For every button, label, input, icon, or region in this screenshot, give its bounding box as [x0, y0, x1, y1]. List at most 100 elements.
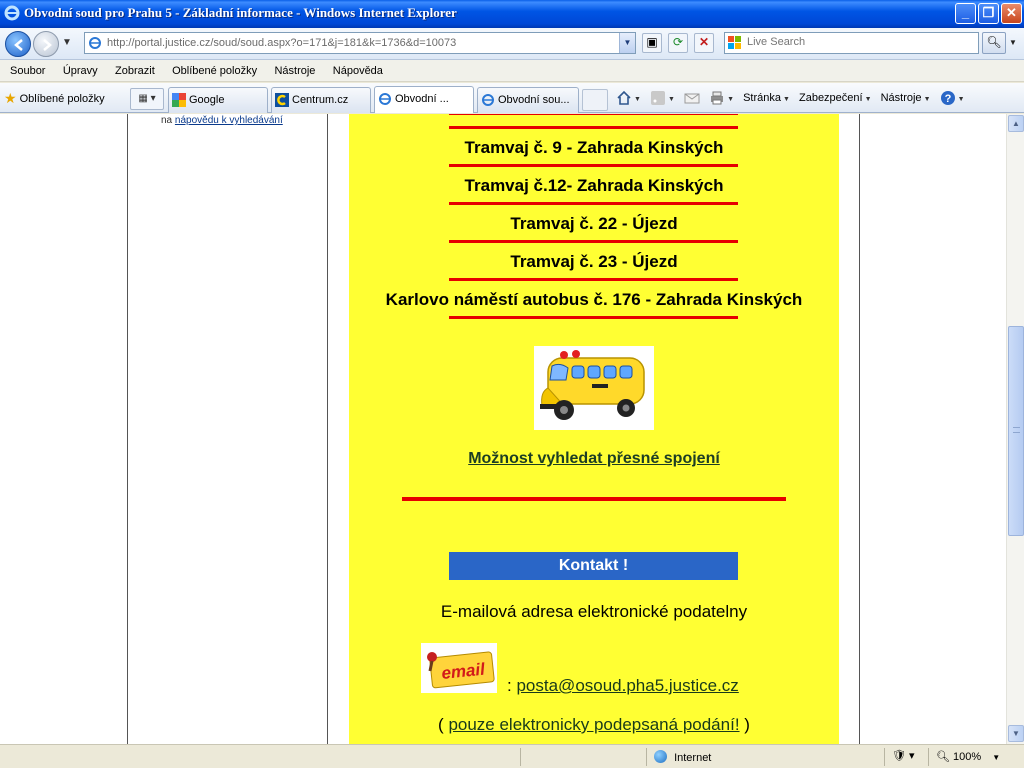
address-dropdown-icon[interactable]: ▼	[619, 33, 635, 53]
menu-view[interactable]: Zobrazit	[108, 60, 162, 82]
note-open-paren: (	[438, 715, 444, 734]
restore-icon: ❐	[982, 5, 995, 20]
tools-menu-button[interactable]: Nástroje ▼	[881, 92, 931, 104]
search-options-dropdown-icon[interactable]: ▼	[1006, 32, 1020, 54]
route-separator	[449, 114, 738, 115]
ie-page-icon	[482, 94, 494, 106]
window-title: Obvodní soud pro Prahu 5 - Základní info…	[24, 5, 457, 20]
navigation-column: na nápovědu k vyhledávání	[128, 114, 328, 744]
tab-centrum[interactable]: Centrum.cz	[271, 87, 371, 113]
route-bus-176: Karlovo náměstí autobus č. 176 - Zahrada…	[385, 290, 803, 309]
route-separator	[449, 126, 738, 129]
security-menu-button[interactable]: Zabezpečení ▼	[799, 92, 872, 104]
tab-label: Centrum.cz	[292, 94, 349, 106]
stop-button[interactable]: ✕	[694, 33, 714, 53]
forward-arrow-icon	[43, 39, 52, 51]
menu-edit[interactable]: Úpravy	[56, 60, 105, 82]
tab-obvodni-active[interactable]: Obvodní ...	[374, 86, 474, 113]
magnifier-icon: 🔍︎	[986, 35, 1002, 49]
section-separator	[402, 497, 786, 501]
home-icon	[617, 90, 631, 105]
address-input[interactable]	[105, 34, 615, 52]
quick-tabs-button[interactable]: ▦ ▾	[130, 88, 164, 110]
menu-help[interactable]: Nápověda	[326, 60, 390, 82]
history-dropdown-icon[interactable]: ▼	[62, 37, 72, 48]
scroll-grip-icon	[1013, 427, 1020, 433]
rss-feed-icon	[651, 91, 665, 105]
page-menu-button[interactable]: Stránka ▼	[743, 92, 790, 104]
vertical-scrollbar[interactable]: ▲ ▼	[1006, 114, 1024, 744]
address-toolbar: ▼ ▼ ▣ ⟳ ✕ 🔍︎ ▼	[0, 28, 1024, 60]
signed-submissions-link[interactable]: pouze elektronicky podepsaná podání!	[448, 715, 739, 734]
scroll-up-button[interactable]: ▲	[1008, 115, 1024, 132]
new-tab-button[interactable]	[582, 89, 608, 111]
tab-label: Obvodní sou...	[498, 94, 570, 106]
email-logo-icon: email	[427, 651, 495, 689]
tab-label: Google	[189, 94, 225, 106]
right-border-line	[859, 114, 860, 744]
back-button[interactable]	[5, 31, 31, 57]
note-close-paren: )	[744, 715, 750, 734]
minimize-button[interactable]: _	[955, 3, 976, 24]
window-title-bar[interactable]: Obvodní soud pro Prahu 5 - Základní info…	[0, 0, 1024, 28]
status-separator	[884, 748, 885, 766]
ie-page-icon	[89, 37, 101, 49]
favorites-label: Oblíbené položky	[19, 93, 105, 105]
help-button[interactable]: ? ▼	[940, 90, 965, 106]
star-icon: ★	[4, 90, 17, 106]
zoom-control[interactable]: 🔍︎ 100% ▼	[936, 750, 1000, 763]
route-separator	[449, 240, 738, 243]
protected-mode-icon: 🛡︎ ▾	[892, 750, 915, 762]
scroll-up-icon: ▲	[1012, 119, 1020, 128]
search-box[interactable]	[724, 32, 979, 54]
status-bar: Internet 🛡︎ ▾ 🔍︎ 100% ▼	[0, 744, 1024, 768]
compatibility-view-button[interactable]: ▣	[642, 33, 662, 53]
connection-search-link[interactable]: Možnost vyhledat přesné spojení	[349, 450, 839, 468]
restore-button[interactable]: ❐	[978, 3, 999, 24]
search-input[interactable]	[745, 35, 975, 49]
menu-favorites[interactable]: Oblíbené položky	[165, 60, 264, 82]
search-help-link[interactable]: nápovědu k vyhledávání	[175, 115, 283, 126]
address-box[interactable]: ▼	[84, 32, 636, 54]
centrum-icon	[275, 93, 289, 107]
feeds-button[interactable]: ▼	[650, 90, 675, 106]
home-button[interactable]: ▼	[616, 90, 641, 106]
menu-tools[interactable]: Nástroje	[267, 60, 322, 82]
stop-icon: ✕	[698, 35, 710, 49]
print-button[interactable]: ▼	[709, 90, 734, 106]
refresh-button[interactable]: ⟳	[668, 33, 688, 53]
favorites-button[interactable]: ★ Oblíbené položky	[4, 90, 105, 107]
scroll-down-button[interactable]: ▼	[1008, 725, 1024, 742]
tools-menu-label: Nástroje	[880, 92, 922, 104]
close-icon: ✕	[1006, 5, 1017, 20]
tab-google[interactable]: Google	[168, 87, 268, 113]
email-prefix: :	[507, 676, 512, 695]
status-separator	[928, 748, 929, 766]
close-button[interactable]: ✕	[1001, 3, 1022, 24]
menu-file[interactable]: Soubor	[3, 60, 52, 82]
forward-button[interactable]	[33, 31, 59, 57]
security-menu-label: Zabezpečení	[798, 92, 863, 104]
scroll-thumb[interactable]	[1008, 326, 1024, 536]
help-icon: ?	[940, 91, 955, 105]
ie-logo-icon	[4, 5, 20, 21]
back-arrow-icon	[14, 39, 23, 51]
mail-button[interactable]	[684, 90, 700, 106]
tab-obvodni[interactable]: Obvodní sou...	[477, 87, 579, 113]
mail-icon	[684, 93, 700, 104]
email-heading: E-mailová adresa elektronické podatelny	[440, 602, 748, 621]
email-image: email	[421, 643, 497, 693]
email-line: : posta@osoud.pha5.justice.cz	[507, 676, 739, 696]
zoom-level: 100%	[953, 751, 982, 763]
hint-prefix: na	[161, 115, 173, 126]
refresh-icon: ⟳	[672, 35, 684, 49]
tab-label: Obvodní ...	[395, 93, 449, 105]
signature-note: ( pouze elektronicky podepsaná podání! )	[349, 715, 839, 735]
route-separator	[449, 202, 738, 205]
protected-mode-button[interactable]: 🛡︎ ▾	[892, 749, 915, 762]
search-button[interactable]: 🔍︎	[982, 32, 1006, 54]
security-zone[interactable]: Internet	[654, 750, 711, 764]
favorites-tab-bar: ★ Oblíbené položky ▦ ▾ Google Centrum.cz…	[0, 83, 1024, 113]
compatibility-icon: ▣	[646, 35, 658, 49]
email-address-link[interactable]: posta@osoud.pha5.justice.cz	[516, 676, 738, 695]
